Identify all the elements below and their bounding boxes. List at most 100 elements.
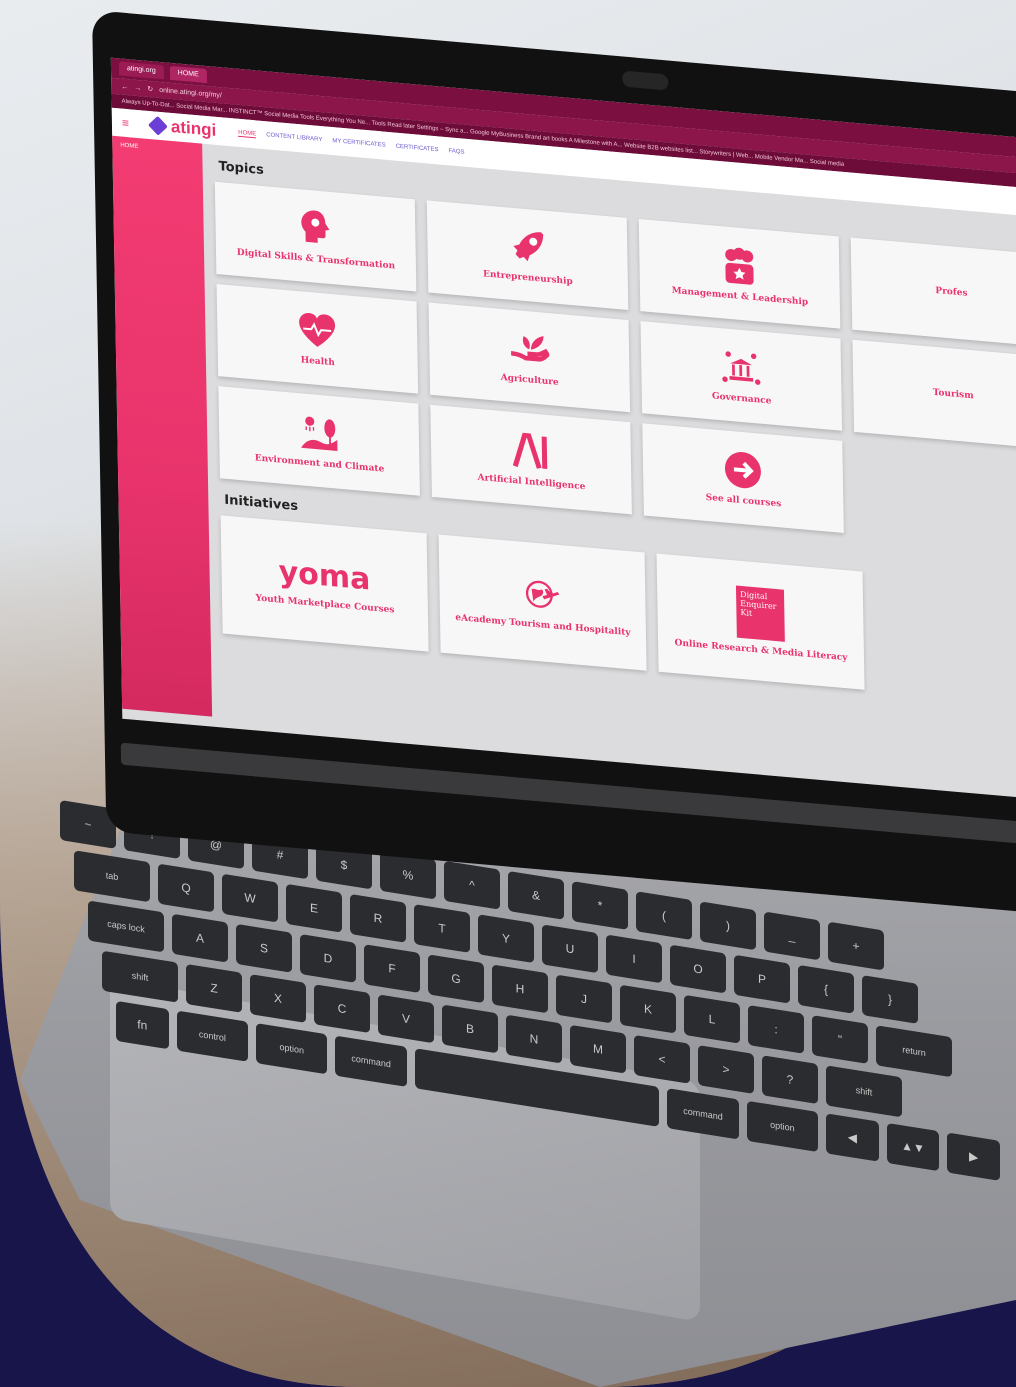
topic-card-profes[interactable]: Profes	[850, 237, 1016, 348]
nav-my-certificates[interactable]: MY CERTIFICATES	[332, 138, 385, 150]
keyboard-key: D	[300, 934, 356, 983]
keyboard-key: U	[542, 924, 598, 974]
browser-tab[interactable]: atingi.org	[118, 61, 164, 80]
yoma-logo: yoma	[278, 553, 371, 598]
brand-name: atingi	[170, 116, 217, 140]
main-content: Topics Digital Skills & Transformation E…	[202, 144, 1016, 795]
reload-icon[interactable]: ↻	[147, 85, 153, 94]
keyboard-key: V	[378, 994, 434, 1044]
topic-label: Entrepreneurship	[483, 269, 573, 288]
topic-card-management[interactable]: Management & Leadership	[638, 218, 841, 329]
keyboard-key: H	[492, 964, 548, 1014]
keyboard-key: shift	[826, 1065, 902, 1118]
sidebar: HOME	[112, 135, 213, 717]
team-star-icon	[719, 244, 760, 288]
heart-pulse-icon	[297, 309, 338, 353]
topic-label: Health	[300, 355, 335, 369]
back-arrow-icon[interactable]: ←	[121, 83, 128, 91]
topic-card-tourism[interactable]: Tourism	[852, 339, 1016, 450]
keyboard-key: B	[442, 1004, 498, 1054]
topic-label: Digital Skills & Transformation	[236, 247, 396, 272]
browser-tab-active[interactable]: HOME	[169, 65, 207, 84]
rocket-icon	[507, 225, 548, 269]
keyboard-key: }	[862, 975, 918, 1024]
brand-logo[interactable]: atingi	[148, 115, 217, 141]
keyboard-key: option	[256, 1023, 328, 1075]
keyboard-key: O	[670, 944, 726, 994]
keyboard-key: ▲▼	[886, 1122, 940, 1172]
topic-label: See all courses	[705, 492, 782, 510]
initiative-card-eacademy[interactable]: eAcademy Tourism and Hospitality	[438, 534, 647, 671]
globe-plane-icon	[522, 573, 563, 617]
initiative-label: eAcademy Tourism and Hospitality	[455, 612, 631, 639]
topic-label: Tourism	[932, 387, 974, 402]
sidebar-item-home[interactable]: HOME	[120, 142, 138, 150]
topic-card-agriculture[interactable]: Agriculture	[428, 302, 631, 413]
topic-card-health[interactable]: Health	[216, 283, 419, 394]
see-all-courses-card[interactable]: See all courses	[642, 423, 844, 533]
keyboard-key: R	[350, 893, 406, 943]
keyboard-key: X	[250, 974, 306, 1023]
landscape-tree-icon	[299, 411, 340, 455]
keyboard-key: command	[667, 1088, 739, 1140]
government-building-icon	[721, 346, 762, 390]
nav-faqs[interactable]: FAQS	[448, 148, 464, 156]
keyboard-key: K	[620, 984, 676, 1034]
topic-card-environment[interactable]: Environment and Climate	[218, 386, 420, 496]
keyboard-key: A	[172, 913, 228, 963]
keyboard-key: J	[556, 974, 612, 1024]
keyboard-key: ^	[444, 860, 500, 910]
keyboard-key: _	[764, 911, 820, 961]
keyboard-key: caps lock	[88, 900, 164, 953]
topic-card-entrepreneurship[interactable]: Entrepreneurship	[426, 200, 629, 311]
topic-label: Management & Leadership	[671, 285, 809, 308]
keyboard-key: *	[572, 881, 628, 930]
topic-card-digital-skills[interactable]: Digital Skills & Transformation	[214, 181, 417, 292]
keyboard-key: T	[414, 904, 470, 953]
keyboard-key: &	[508, 870, 564, 920]
app-body: HOME Topics Digital Skills & Transformat…	[112, 135, 1016, 795]
forward-arrow-icon[interactable]: →	[134, 84, 141, 92]
laptop-screen: atingi.org HOME ← → ↻ online.atingi.org/…	[110, 57, 1016, 805]
keyboard-key: E	[286, 883, 342, 933]
hand-plant-icon	[509, 328, 550, 372]
laptop-lid: atingi.org HOME ← → ↻ online.atingi.org/…	[92, 10, 1016, 920]
keyboard-key: control	[176, 1010, 249, 1062]
keyboard-key: )	[700, 901, 756, 951]
topic-label: Agriculture	[500, 372, 559, 388]
keyboard-key: S	[236, 923, 292, 973]
topic-card-ai[interactable]: Artificial Intelligence	[430, 404, 632, 515]
initiative-card-dek[interactable]: Digital Enquirer Kit Online Research & M…	[656, 553, 865, 690]
topics-grid: Digital Skills & Transformation Entrepre…	[214, 181, 1016, 554]
keyboard-key: Y	[478, 914, 534, 964]
keyboard-key: P	[734, 954, 790, 1004]
ai-letters-icon	[511, 430, 552, 474]
keyboard-key: <	[634, 1034, 690, 1084]
nav-certificates[interactable]: CERTIFICATES	[396, 143, 439, 154]
keyboard-key: M	[570, 1024, 626, 1074]
initiative-label: Online Research & Media Literacy	[674, 638, 848, 664]
initiative-card-yoma[interactable]: yoma Youth Marketplace Courses	[220, 515, 429, 652]
url-text[interactable]: online.atingi.org/my/	[159, 86, 222, 99]
keyboard-key: (	[636, 891, 692, 941]
nav-home[interactable]: HOME	[238, 129, 257, 138]
keyboard-key: option	[746, 1100, 819, 1153]
keyboard-key: G	[428, 954, 484, 1004]
keyboard-key: ◀	[826, 1113, 879, 1162]
keyboard-key: N	[506, 1014, 562, 1064]
menu-icon[interactable]: ≡	[122, 116, 129, 131]
nav-content-library[interactable]: CONTENT LIBRARY	[266, 132, 322, 144]
keyboard-key: "	[812, 1015, 868, 1064]
keyboard-key: >	[698, 1045, 754, 1094]
topic-label: Artificial Intelligence	[477, 472, 586, 493]
keyboard-key: Q	[158, 863, 214, 913]
keyboard-key: command	[335, 1035, 407, 1087]
keyboard-key: :	[748, 1004, 804, 1054]
initiatives-grid: yoma Youth Marketplace Courses eAcademy …	[220, 515, 1016, 709]
camera-notch	[622, 70, 669, 91]
topic-card-governance[interactable]: Governance	[640, 321, 843, 431]
keyboard-key: I	[606, 934, 662, 984]
topic-label: Environment and Climate	[254, 453, 385, 475]
brain-head-icon	[295, 207, 336, 251]
arrow-circle-icon	[723, 448, 764, 492]
